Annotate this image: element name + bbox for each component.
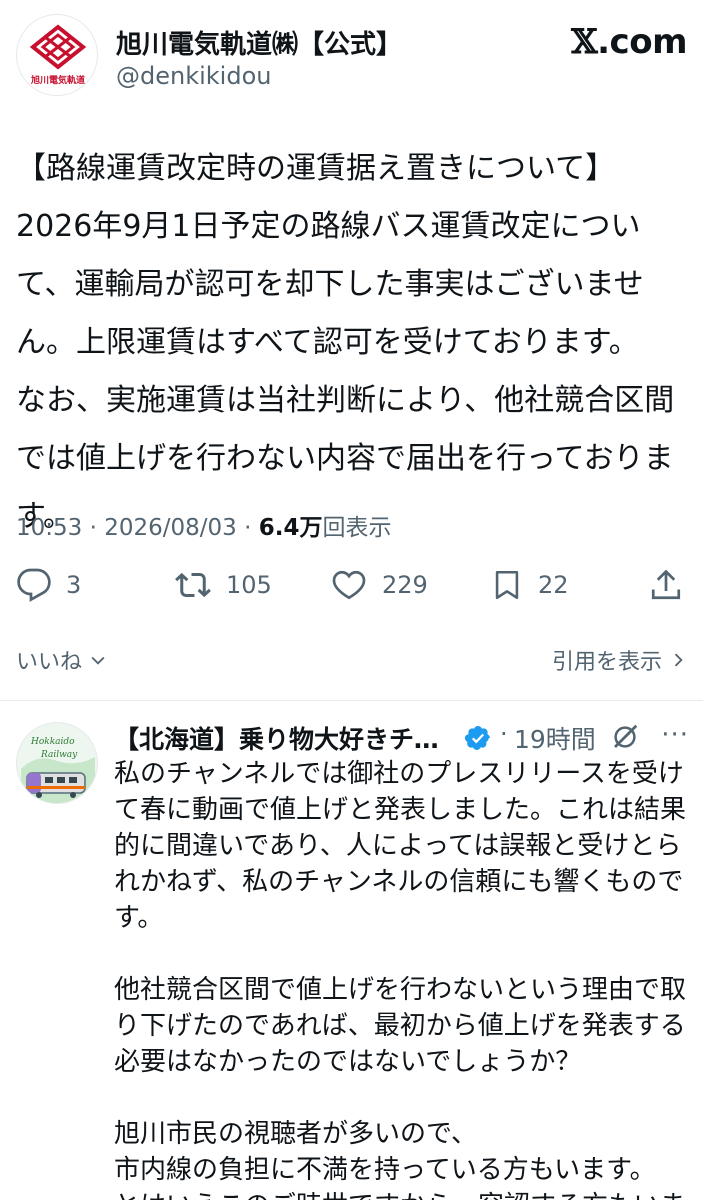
heart-icon: [332, 570, 366, 600]
retweet-icon: [175, 572, 211, 598]
author-handle[interactable]: @denkikidou: [116, 62, 271, 90]
verified-badge-icon: [464, 726, 490, 750]
tweet-time[interactable]: 10:53: [16, 515, 82, 541]
bookmark-button[interactable]: 22: [490, 560, 569, 610]
reply-separator: ·: [500, 720, 508, 748]
tweet-actions: 3 105 229 22: [16, 560, 688, 610]
company-logo-icon: [29, 24, 87, 70]
likes-link-label: いいね: [16, 650, 83, 675]
tweet-header: 旭川電気軌道 旭川電気軌道㈱【公式】 @denkikidou 𝕏.com: [16, 14, 687, 98]
meta-separator: ·: [82, 515, 105, 541]
reply-icon: [17, 568, 51, 602]
avatar-text-railway: Railway: [41, 750, 78, 760]
share-icon: [651, 569, 681, 600]
grok-icon[interactable]: [610, 722, 640, 752]
reply-time[interactable]: 19時間: [514, 720, 596, 756]
chevron-down-icon: [91, 656, 105, 665]
tweet-text: 【路線運賃改定時の運賃据え置きについて】 2026年9月1日予定の路線バス運賃改…: [16, 151, 675, 534]
view-quotes-link[interactable]: 引用を表示: [552, 644, 688, 676]
quotes-link-label: 引用を表示: [551, 650, 662, 675]
meta-separator: ·: [236, 515, 259, 541]
likes-dropdown[interactable]: いいね: [16, 644, 108, 676]
views-label: 回表示: [322, 515, 392, 541]
bookmark-count: 22: [538, 571, 569, 599]
tweet-footer-links: いいね 引用を表示: [16, 640, 688, 680]
avatar-logo-text: 旭川電気軌道: [30, 76, 85, 86]
reply-text: 私のチャンネルでは御社のプレスリリースを受けて春に動画で値上げと発表しました。こ…: [114, 759, 687, 1200]
tweet-date[interactable]: 2026/08/03: [104, 515, 237, 541]
x-logo-icon: 𝕏: [571, 22, 598, 62]
reply-button[interactable]: 3: [16, 560, 81, 610]
x-com-suffix: .com: [597, 22, 687, 62]
reply-count: 3: [66, 571, 82, 599]
retweet-button[interactable]: 105: [174, 560, 272, 610]
bookmark-icon: [495, 570, 519, 600]
views-count: 6.4万: [258, 515, 323, 541]
reply-author-name[interactable]: 【北海道】乗り物大好きチャ...: [114, 720, 460, 756]
author-name[interactable]: 旭川電気軌道㈱【公式】: [116, 24, 402, 61]
chevron-right-icon: [674, 653, 683, 667]
retweet-count: 105: [226, 571, 272, 599]
avatar-text-hokkaido: Hokkaido: [31, 737, 75, 747]
tweet-meta: 10:53 · 2026/08/03 · 6.4万回表示: [16, 508, 392, 542]
reply-header: 【北海道】乗り物大好きチャ... · 19時間 ···: [114, 718, 689, 758]
x-com-brand: 𝕏.com: [571, 22, 687, 62]
more-options-icon[interactable]: ···: [661, 720, 689, 750]
train-icon: [21, 757, 95, 803]
like-button[interactable]: 229: [330, 560, 428, 610]
author-avatar[interactable]: 旭川電気軌道: [16, 14, 98, 96]
share-button[interactable]: [648, 560, 684, 610]
like-count: 229: [382, 571, 428, 599]
reply-author-avatar[interactable]: Hokkaido Railway: [16, 722, 98, 804]
divider: [0, 700, 703, 701]
